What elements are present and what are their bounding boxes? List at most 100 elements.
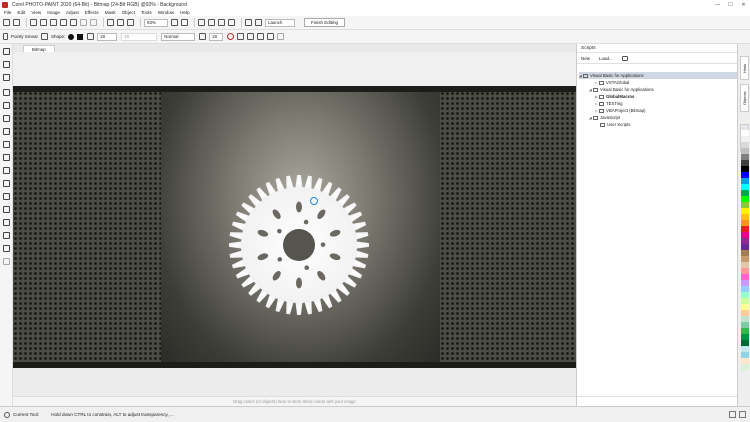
tab-objects[interactable]: Objects <box>740 84 749 112</box>
eyedropper-tool-icon[interactable] <box>3 115 10 122</box>
new-document-icon[interactable] <box>3 19 10 26</box>
project-icon <box>599 101 604 106</box>
new-script-button[interactable]: New <box>581 56 590 61</box>
transparency-tool-icon[interactable] <box>3 232 10 239</box>
tree-item-javascript[interactable]: ◢ JavaScript <box>589 114 620 121</box>
toolbar-divider <box>26 18 27 27</box>
collapse-arrow-icon[interactable]: ▷ <box>595 81 598 85</box>
open-document-icon[interactable] <box>13 19 20 26</box>
tree-item-globalmacros[interactable]: ▷ GlobalMacros <box>595 93 634 100</box>
zoom-100-icon[interactable] <box>181 19 188 26</box>
cut-icon[interactable] <box>50 19 57 26</box>
close-button[interactable]: ✕ <box>737 0 750 9</box>
import-icon[interactable] <box>107 19 114 26</box>
maximize-button[interactable]: ☐ <box>724 0 737 9</box>
effect-tool-icon[interactable] <box>3 167 10 174</box>
tree-item-testing[interactable]: ▷ TESTing <box>595 100 623 107</box>
project-icon <box>599 80 604 85</box>
options-gear-icon[interactable] <box>245 19 252 26</box>
nib-size-field[interactable]: 20 <box>97 32 118 41</box>
fill-tool-icon[interactable] <box>3 219 10 226</box>
pressure-amount-icon[interactable] <box>247 33 255 40</box>
color-swatch-icon[interactable] <box>3 245 10 252</box>
launch-icon[interactable] <box>255 19 262 26</box>
collapse-arrow-icon[interactable]: ▷ <box>595 109 598 113</box>
toolbar-divider <box>241 18 242 27</box>
expand-arrow-icon[interactable]: ◢ <box>579 74 582 78</box>
brush-picker-icon[interactable] <box>41 33 49 40</box>
redo-icon[interactable] <box>90 19 97 26</box>
tilt-icon[interactable] <box>257 33 265 40</box>
round-shape-icon[interactable] <box>68 33 75 40</box>
clone-tool-icon[interactable] <box>3 180 10 187</box>
crop-tool-icon[interactable] <box>3 89 10 96</box>
square-shape-icon[interactable] <box>77 33 84 40</box>
fill-swatch-icon[interactable] <box>729 411 736 418</box>
menu-view[interactable]: View <box>31 10 41 15</box>
current-tool-icon <box>4 411 10 418</box>
add-tool-icon[interactable] <box>3 258 10 265</box>
collapse-arrow-icon[interactable]: ▷ <box>595 95 598 99</box>
mask-marquee-icon[interactable] <box>208 19 215 26</box>
merge-mode-combo[interactable]: Normal <box>161 32 196 41</box>
copy-icon[interactable] <box>60 19 67 26</box>
pick-tool-icon[interactable] <box>3 48 10 55</box>
menu-help[interactable]: Help <box>180 10 189 15</box>
undo-icon[interactable] <box>80 19 87 26</box>
document-color-palette-strip[interactable]: Drag colors (or objects) here to store t… <box>13 396 576 406</box>
amount-field[interactable]: 20 <box>121 32 158 41</box>
menu-edit[interactable]: Edit <box>17 10 25 15</box>
image-canvas[interactable] <box>13 86 576 368</box>
document-tab-bitmap[interactable]: Bitmap <box>23 45 55 52</box>
menu-tools[interactable]: Tools <box>141 10 152 15</box>
menu-effects[interactable]: Effects <box>85 10 99 15</box>
zoom-level-combo[interactable]: 93% <box>144 18 168 27</box>
object-marquee-icon[interactable] <box>228 19 235 26</box>
eraser-tool-icon[interactable] <box>3 193 10 200</box>
print-icon[interactable] <box>40 19 47 26</box>
mask-overlay-icon[interactable] <box>218 19 225 26</box>
tree-item-user-scripts[interactable]: User Scripts <box>600 121 630 128</box>
expand-arrow-icon[interactable]: ◢ <box>589 88 592 92</box>
rectangle-tool-icon[interactable] <box>3 206 10 213</box>
menu-window[interactable]: Window <box>158 10 174 15</box>
menu-mask[interactable]: Mask <box>105 10 116 15</box>
tree-item-vba-root[interactable]: ◢ Visual Basic for Applications <box>579 72 737 79</box>
tree-item-vbaproject-bitmap[interactable]: ▷ VBAProject (Bitmap) <box>595 107 645 114</box>
zoom-fit-icon[interactable] <box>171 19 178 26</box>
pressure-size-icon[interactable] <box>237 33 245 40</box>
save-icon[interactable] <box>30 19 37 26</box>
tree-item-vba[interactable]: ◢ Visual Basic for Applications <box>589 86 654 93</box>
rectangle-mask-tool-icon[interactable] <box>3 74 10 81</box>
tool-name[interactable]: Pointy Smear <box>11 34 38 39</box>
menu-file[interactable]: File <box>4 10 11 15</box>
expand-arrow-icon[interactable]: ◢ <box>589 116 592 120</box>
tab-hints[interactable]: Hints <box>740 56 749 80</box>
mask-transform-tool-icon[interactable] <box>3 61 10 68</box>
publish-icon[interactable] <box>127 19 134 26</box>
finish-editing-button[interactable]: Finish Editing <box>304 18 346 27</box>
zoom-tool-icon[interactable] <box>3 102 10 109</box>
menu-object[interactable]: Object <box>122 10 135 15</box>
refresh-icon[interactable] <box>621 55 628 61</box>
tree-item-vstaglobal[interactable]: ▷ VSTAGlobal <box>595 79 629 86</box>
text-tool-icon[interactable] <box>3 141 10 148</box>
paint-tool-icon[interactable] <box>3 154 10 161</box>
launch-combo[interactable]: Launch <box>265 18 295 27</box>
redeye-tool-icon[interactable] <box>3 128 10 135</box>
transparency-field[interactable]: 20 <box>209 32 224 41</box>
load-script-button[interactable]: Load... <box>599 56 613 61</box>
collapse-arrow-icon[interactable]: ▷ <box>595 102 598 106</box>
bearing-icon[interactable] <box>267 33 275 40</box>
minimize-button[interactable]: — <box>711 0 724 9</box>
menu-image[interactable]: Image <box>47 10 60 15</box>
paste-icon[interactable] <box>70 19 77 26</box>
anti-alias-icon[interactable] <box>227 33 235 40</box>
outline-swatch-icon[interactable] <box>739 411 746 418</box>
palette-swatch[interactable] <box>741 364 749 370</box>
transparency-icon <box>199 33 207 40</box>
add-option-icon[interactable] <box>277 33 285 40</box>
mask-icon[interactable] <box>198 19 205 26</box>
menu-adjust[interactable]: Adjust <box>66 10 79 15</box>
export-icon[interactable] <box>117 19 124 26</box>
